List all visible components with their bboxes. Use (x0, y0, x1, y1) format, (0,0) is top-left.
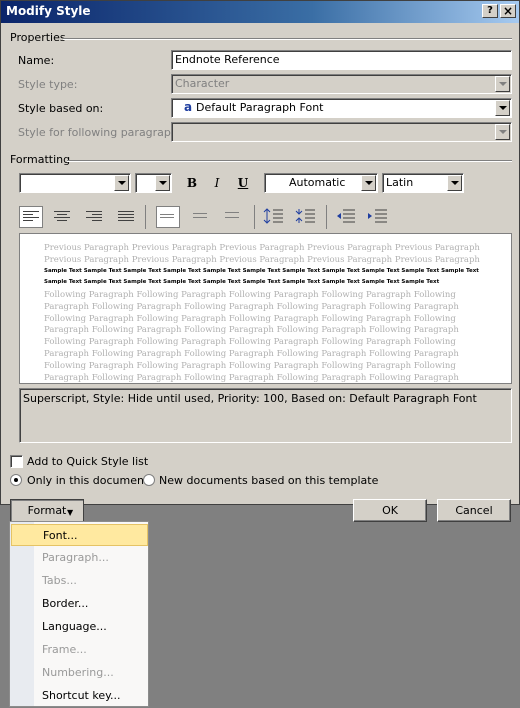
font-size-dropdown[interactable] (135, 173, 172, 193)
menu-item-paragraph[interactable]: Paragraph... (11, 547, 148, 569)
preview-sample-text: Sample Text Sample Text Sample Text Samp… (44, 268, 479, 285)
style-description-box: Superscript, Style: Hide until used, Pri… (19, 388, 512, 443)
cancel-button[interactable]: Cancel (437, 499, 511, 522)
based-on-value: Default Paragraph Font (196, 101, 324, 114)
align-center-icon (54, 211, 70, 223)
quick-style-label: Add to Quick Style list (27, 455, 149, 468)
style-type-label: Style type: (18, 78, 78, 91)
following-dropdown[interactable] (171, 122, 512, 142)
window-title: Modify Style (6, 4, 91, 18)
menu-item-label: Frame... (42, 643, 87, 656)
new-documents-radio[interactable] (143, 474, 155, 486)
modify-style-dialog: Modify Style ? × Properties Name: Endnot… (0, 0, 520, 522)
style-type-value: Character (175, 77, 230, 90)
menu-item-font[interactable]: Font... (11, 524, 148, 546)
align-left-icon (23, 211, 39, 223)
double-spacing-button[interactable] (221, 206, 245, 228)
single-spacing-button[interactable] (156, 206, 180, 228)
increase-indent-button[interactable] (366, 206, 390, 228)
decrease-spacing-button[interactable] (295, 206, 319, 228)
preview-following-paragraph: Following Paragraph Following Paragraph … (44, 290, 459, 383)
menu-item-label: Language... (42, 620, 107, 633)
toolbar-separator (254, 205, 255, 229)
bold-button[interactable]: B (180, 172, 204, 194)
only-this-document-label: Only in this document (27, 474, 149, 487)
font-color-dropdown[interactable]: Automatic (264, 173, 378, 193)
decrease-paragraph-spacing-icon (295, 209, 315, 223)
increase-paragraph-spacing-icon (263, 208, 283, 224)
menu-item-label: Font... (43, 529, 78, 542)
format-button[interactable]: Format ▼ (10, 499, 84, 522)
menu-item-language[interactable]: Language... (11, 616, 148, 638)
script-value: Latin (386, 176, 414, 189)
formatting-group-label: Formatting (10, 153, 71, 166)
name-value: Endnote Reference (175, 53, 280, 66)
properties-divider (63, 38, 512, 40)
menu-item-frame[interactable]: Frame... (11, 639, 148, 661)
preview-previous-paragraph: Previous Paragraph Previous Paragraph Pr… (44, 243, 480, 265)
name-label: Name: (18, 54, 55, 67)
format-menu: Font... Paragraph... Tabs... Border... Langu… (9, 521, 149, 707)
chevron-down-icon (155, 175, 170, 191)
increase-indent-icon (368, 209, 387, 223)
following-label: Style for following paragraph: (18, 126, 182, 139)
name-field[interactable]: Endnote Reference (171, 50, 512, 70)
format-button-label: Format (27, 504, 67, 517)
align-center-button[interactable] (50, 206, 74, 228)
quick-style-checkbox[interactable] (10, 455, 23, 468)
script-dropdown[interactable]: Latin (382, 173, 464, 193)
only-this-document-radio[interactable] (10, 474, 22, 486)
chevron-down-icon (495, 100, 510, 116)
toolbar-separator (326, 205, 327, 229)
justify-icon (118, 211, 134, 223)
chevron-down-icon (361, 175, 376, 191)
triangle-down-icon: ▼ (67, 508, 74, 517)
italic-button[interactable]: I (205, 172, 229, 194)
style-type-dropdown[interactable]: Character (171, 74, 512, 94)
menu-item-label: Shortcut key... (42, 689, 121, 702)
properties-group-label: Properties (10, 31, 66, 44)
style-preview-pane: Previous Paragraph Previous Paragraph Pr… (19, 233, 512, 384)
style-description-text: Superscript, Style: Hide until used, Pri… (23, 392, 477, 405)
decrease-indent-icon (337, 209, 355, 223)
increase-spacing-button[interactable] (263, 206, 287, 228)
align-right-button[interactable] (82, 206, 106, 228)
menu-item-label: Border... (42, 597, 89, 610)
menu-item-numbering[interactable]: Numbering... (11, 662, 148, 684)
double-spacing-icon (225, 212, 241, 224)
single-spacing-icon (160, 214, 176, 226)
toolbar-separator (145, 205, 146, 229)
chevron-down-icon (447, 175, 462, 191)
based-on-label: Style based on: (18, 102, 104, 115)
new-documents-label: New documents based on this template (159, 474, 379, 487)
underline-button[interactable]: U (231, 172, 255, 194)
align-left-button[interactable] (19, 206, 43, 228)
character-style-icon: a (184, 100, 193, 114)
menu-item-border[interactable]: Border... (11, 593, 148, 615)
align-right-icon (86, 211, 102, 223)
based-on-dropdown[interactable]: a Default Paragraph Font (171, 98, 512, 118)
menu-item-label: Paragraph... (42, 551, 109, 564)
menu-item-label: Numbering... (42, 666, 114, 679)
decrease-indent-button[interactable] (334, 206, 358, 228)
one-half-spacing-icon (193, 213, 209, 225)
chevron-down-icon (495, 76, 510, 92)
title-bar: Modify Style ? × (1, 1, 519, 23)
font-dropdown[interactable] (19, 173, 131, 193)
menu-item-shortcut-key[interactable]: Shortcut key... (11, 685, 148, 707)
chevron-down-icon (495, 124, 510, 140)
justify-button[interactable] (114, 206, 138, 228)
formatting-divider (67, 160, 512, 162)
one-half-spacing-button[interactable] (189, 206, 213, 228)
menu-item-tabs[interactable]: Tabs... (11, 570, 148, 592)
ok-button[interactable]: OK (353, 499, 427, 522)
close-button[interactable]: × (500, 4, 516, 18)
menu-item-label: Tabs... (42, 574, 77, 587)
chevron-down-icon (114, 175, 129, 191)
help-button[interactable]: ? (482, 4, 498, 18)
color-value: Automatic (289, 176, 346, 189)
